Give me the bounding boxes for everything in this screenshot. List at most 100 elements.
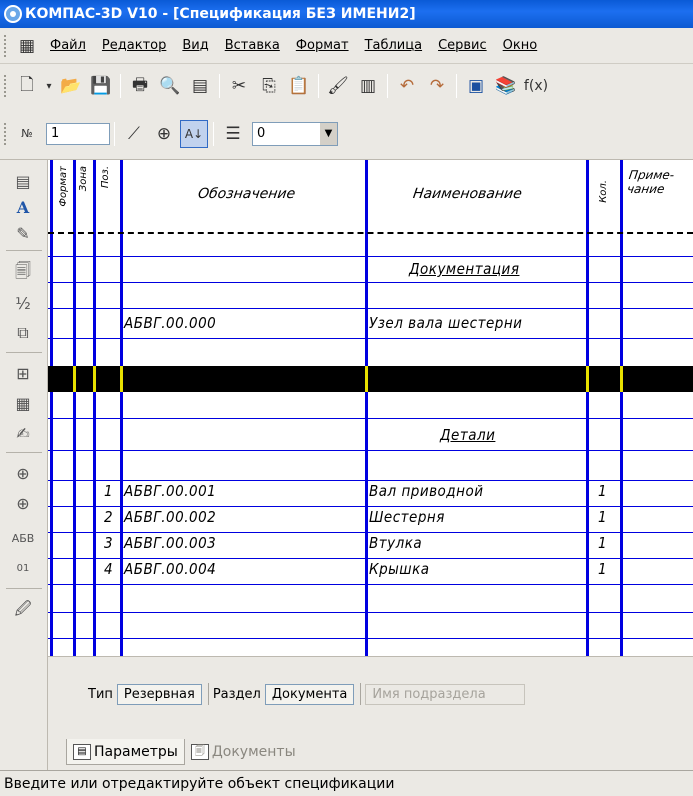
tab-documents[interactable]: 🗐 Документы (185, 739, 302, 765)
section-documentation[interactable]: Документация (409, 260, 519, 278)
row-4-pos: 4 (104, 560, 114, 578)
section-parts[interactable]: Детали (440, 426, 495, 444)
left-toolbar: ▤ A ✎ 🗐 ½ ⧉ ⊞ ▦ ✍ ⊕ ⊕ АБВ 01 🖉 (0, 160, 48, 770)
document-tab-icon[interactable]: 🗐 (10, 260, 36, 286)
menu-table[interactable]: Таблица (357, 38, 431, 53)
row-1-name[interactable]: Вал приводной (369, 482, 484, 500)
row-3-designation[interactable]: АБВГ.00.003 (124, 534, 216, 552)
document-menu-icon[interactable]: ▦ (13, 32, 41, 60)
tab-documents-label: Документы (211, 744, 296, 760)
menubar-grip[interactable] (4, 34, 8, 57)
paste-icon[interactable]: 📋 (285, 72, 313, 100)
library-manager-icon[interactable]: 📚 (492, 72, 520, 100)
section-field[interactable]: Документа (264, 683, 355, 705)
row-line (48, 638, 693, 639)
renumber-icon[interactable]: 01 (10, 555, 36, 581)
print-icon[interactable]: 🖶 (126, 72, 154, 100)
undo-icon[interactable]: ↶ (393, 72, 421, 100)
properties-sheet-icon[interactable]: ▤ (186, 72, 214, 100)
row-line (48, 612, 693, 613)
edit-section-icon[interactable]: ✍ (10, 420, 36, 446)
row-2-designation[interactable]: АБВГ.00.002 (124, 508, 216, 526)
format-painter-icon[interactable]: 🖌 (324, 72, 352, 100)
row-line (48, 450, 693, 451)
row-1-pos: 1 (104, 482, 114, 500)
menu-format[interactable]: Формат (288, 38, 357, 53)
row-4-name[interactable]: Крышка (369, 560, 430, 578)
menu-file[interactable]: Файл (42, 38, 94, 53)
doc-designation[interactable]: АБВГ.00.000 (124, 314, 216, 332)
document-properties-icon[interactable]: ▥ (354, 72, 382, 100)
toolbar-grip[interactable] (4, 75, 8, 97)
page-number-icon[interactable]: № (13, 120, 41, 148)
toolbar-separator (456, 74, 457, 98)
selected-row-border (586, 366, 589, 392)
dropdown-arrow-icon[interactable]: ▾ (43, 72, 55, 100)
spec-toolbar: № 1 ⟋ ⊕ A↓ ☰ 0 ▼ (0, 108, 693, 160)
edit-object-icon[interactable]: ✎ (10, 220, 36, 246)
menu-service[interactable]: Сервис (430, 38, 495, 53)
add-base-object-icon[interactable]: ⊞ (10, 360, 36, 386)
copy-icon[interactable]: ⎘ (255, 72, 283, 100)
selected-row-border (93, 366, 96, 392)
selected-row-border (620, 366, 623, 392)
cut-icon[interactable]: ✂ (225, 72, 253, 100)
doc-name[interactable]: Узел вала шестерни (369, 314, 522, 332)
insert-abc-icon[interactable]: АБВ (10, 525, 36, 551)
documents-icon: 🗐 (190, 744, 209, 760)
kompas-app-icon[interactable] (4, 5, 22, 23)
open-folder-icon[interactable]: 📂 (57, 72, 85, 100)
text-icon[interactable]: A (10, 194, 36, 220)
row-2-name[interactable]: Шестерня (369, 508, 445, 526)
print-preview-icon[interactable]: 🔍 (156, 72, 184, 100)
row-line (48, 308, 693, 309)
row-line (48, 338, 693, 339)
save-icon[interactable]: 💾 (87, 72, 115, 100)
selected-row-border (120, 366, 123, 392)
position-leader-icon[interactable]: ⟋ (120, 120, 148, 148)
insert-row-icon[interactable]: ⊕ (10, 490, 36, 516)
row-3-name[interactable]: Втулка (369, 534, 422, 552)
variables-icon[interactable]: f(x) (522, 72, 550, 100)
page-view-icon[interactable]: ▤ (10, 168, 36, 194)
calculator-icon[interactable]: ▣ (462, 72, 490, 100)
tab-parameters-label: Параметры (94, 743, 178, 760)
row-1-designation[interactable]: АБВГ.00.001 (124, 482, 216, 500)
row-line (48, 480, 693, 481)
row-line (48, 256, 693, 257)
toolbar-separator (6, 452, 42, 453)
menu-view[interactable]: Вид (174, 38, 216, 53)
toolbar-separator (114, 121, 115, 146)
menu-insert[interactable]: Вставка (217, 38, 288, 53)
selected-row[interactable] (48, 366, 693, 392)
copy-objects-icon[interactable]: ⧉ (10, 320, 36, 346)
row-4-designation[interactable]: АБВГ.00.004 (124, 560, 216, 578)
section-label: Раздел (212, 686, 261, 702)
subsection-name-field[interactable]: Имя подраздела (365, 683, 526, 705)
properties-separator (360, 683, 362, 705)
menu-window[interactable]: Окно (495, 38, 546, 53)
specification-sheet[interactable]: Формат Зона Поз. Обозначение Наименовани… (48, 160, 693, 656)
redo-icon[interactable]: ↷ (423, 72, 451, 100)
toolbar-separator (387, 74, 388, 98)
edit-document-icon[interactable]: 🖉 (10, 598, 36, 624)
add-row-icon[interactable]: ⊕ (10, 460, 36, 486)
header-designation: Обозначение (196, 186, 297, 202)
sort-icon[interactable]: A↓ (180, 119, 208, 148)
menu-editor[interactable]: Редактор (94, 38, 174, 53)
show-composition-icon[interactable]: ⊕ (150, 120, 178, 148)
reserve-lines-combo[interactable]: 0 ▼ (252, 121, 338, 146)
chevron-down-icon[interactable]: ▼ (319, 122, 337, 145)
add-section-icon[interactable]: ▦ (10, 390, 36, 416)
row-3-pos: 3 (104, 534, 114, 552)
toolbar-grip[interactable] (4, 122, 8, 145)
reserve-lines-value: 0 (257, 126, 266, 141)
page-number-field[interactable]: 1 (46, 122, 110, 145)
new-document-icon[interactable]: 🗋 (13, 72, 41, 100)
header-qty: Кол. (598, 180, 609, 203)
reserve-lines-icon[interactable]: ☰ (219, 120, 247, 148)
type-field[interactable]: Резервная (116, 683, 202, 705)
tab-parameters[interactable]: ▤ Параметры (66, 739, 185, 765)
fraction-edit-icon[interactable]: ½ (10, 290, 36, 316)
row-line (48, 418, 693, 419)
